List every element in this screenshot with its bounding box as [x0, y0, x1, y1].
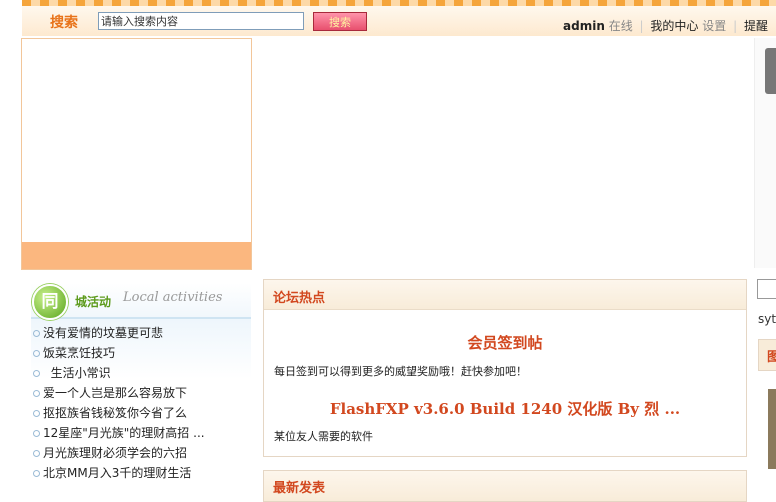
search-input[interactable] — [98, 12, 304, 30]
bullet-icon — [33, 450, 40, 457]
activities-header: 同 城活动 Local activities — [31, 283, 251, 320]
hot-post-title[interactable]: FlashFXP v3.6.0 Build 1240 汉化版 By 烈 ... — [264, 398, 746, 419]
hot-post-desc: 每日签到可以得到更多的威望奖励哦！赶快参加吧！ — [274, 365, 527, 378]
list-item[interactable]: 北京MM月入3千的理财生活 — [31, 463, 251, 483]
right-thumbnail-image[interactable] — [768, 389, 776, 469]
hot-title: 论坛热点 — [273, 291, 326, 306]
right-text: syt — [758, 312, 776, 326]
activity-link[interactable]: 没有爱情的坟墓更可悲 — [43, 326, 163, 340]
latest-posts-panel: 最新发表 — [263, 470, 747, 502]
divider: | — [639, 19, 644, 33]
activity-badge-icon: 同 — [32, 284, 68, 320]
hot-header: 论坛热点 — [264, 280, 746, 310]
list-item[interactable]: 饭菜烹饪技巧 — [31, 343, 251, 363]
bullet-icon — [33, 350, 40, 357]
right-panel-title: 图 — [767, 350, 776, 365]
top-bar: 搜索 搜索 admin 在线 | 我的中心 设置 | 提醒 — [22, 6, 776, 36]
bullet-icon — [33, 430, 40, 437]
activity-link[interactable]: 月光族理财必须学会的六招 — [43, 446, 187, 460]
latest-title: 最新发表 — [273, 481, 326, 496]
username-link[interactable]: admin — [563, 19, 605, 33]
search-label: 搜索 — [50, 15, 78, 31]
right-input-field[interactable] — [757, 279, 776, 299]
right-side-panel — [754, 38, 776, 268]
activity-link[interactable]: 生活小常识 — [43, 366, 111, 380]
local-activities-panel: 同 城活动 Local activities 没有爱情的坟墓更可悲 饭菜烹饪技巧… — [31, 283, 251, 486]
bullet-icon — [33, 410, 40, 417]
list-item[interactable]: 爱一个人岂是那么容易放下 — [31, 383, 251, 403]
activity-link[interactable]: 12星座"月光族"的理财高招 ... — [43, 426, 205, 440]
forum-hot-panel: 论坛热点 会员签到帖 每日签到可以得到更多的威望奖励哦！赶快参加吧！ Flash… — [263, 279, 747, 457]
activities-list: 没有爱情的坟墓更可悲 饭菜烹饪技巧 生活小常识 爱一个人岂是那么容易放下 抠抠族… — [31, 319, 251, 483]
user-bar: admin 在线 | 我的中心 设置 | 提醒 — [563, 17, 768, 34]
hot-post-desc: 某位友人需要的软件 — [274, 430, 373, 443]
list-item[interactable]: 生活小常识 — [31, 363, 251, 383]
activities-title: 城活动 — [75, 295, 112, 309]
left-banner-footer — [22, 242, 251, 269]
activity-link[interactable]: 抠抠族省钱秘笈你今省了么 — [43, 406, 187, 420]
activities-subtitle: Local activities — [123, 290, 223, 305]
list-item[interactable]: 抠抠族省钱秘笈你今省了么 — [31, 403, 251, 423]
bullet-icon — [33, 370, 40, 377]
list-item[interactable]: 没有爱情的坟墓更可悲 — [31, 323, 251, 343]
user-avatar[interactable] — [765, 48, 776, 94]
right-panel-header: 图 — [758, 339, 776, 371]
activity-link[interactable]: 爱一个人岂是那么容易放下 — [43, 386, 187, 400]
activity-link[interactable]: 北京MM月入3千的理财生活 — [43, 466, 191, 480]
reminder-link[interactable]: 提醒 — [744, 19, 768, 33]
hot-post-title[interactable]: 会员签到帖 — [264, 332, 746, 353]
settings-link[interactable]: 设置 — [702, 19, 726, 33]
left-banner-box — [21, 38, 252, 270]
bullet-icon — [33, 470, 40, 477]
online-status: 在线 — [608, 19, 633, 33]
activity-link[interactable]: 饭菜烹饪技巧 — [43, 346, 115, 360]
bullet-icon — [33, 390, 40, 397]
search-button[interactable]: 搜索 — [313, 12, 367, 31]
divider: | — [733, 19, 738, 33]
list-item[interactable]: 月光族理财必须学会的六招 — [31, 443, 251, 463]
list-item[interactable]: 12星座"月光族"的理财高招 ... — [31, 423, 251, 443]
bullet-icon — [33, 330, 40, 337]
my-center-link[interactable]: 我的中心 — [650, 19, 698, 33]
